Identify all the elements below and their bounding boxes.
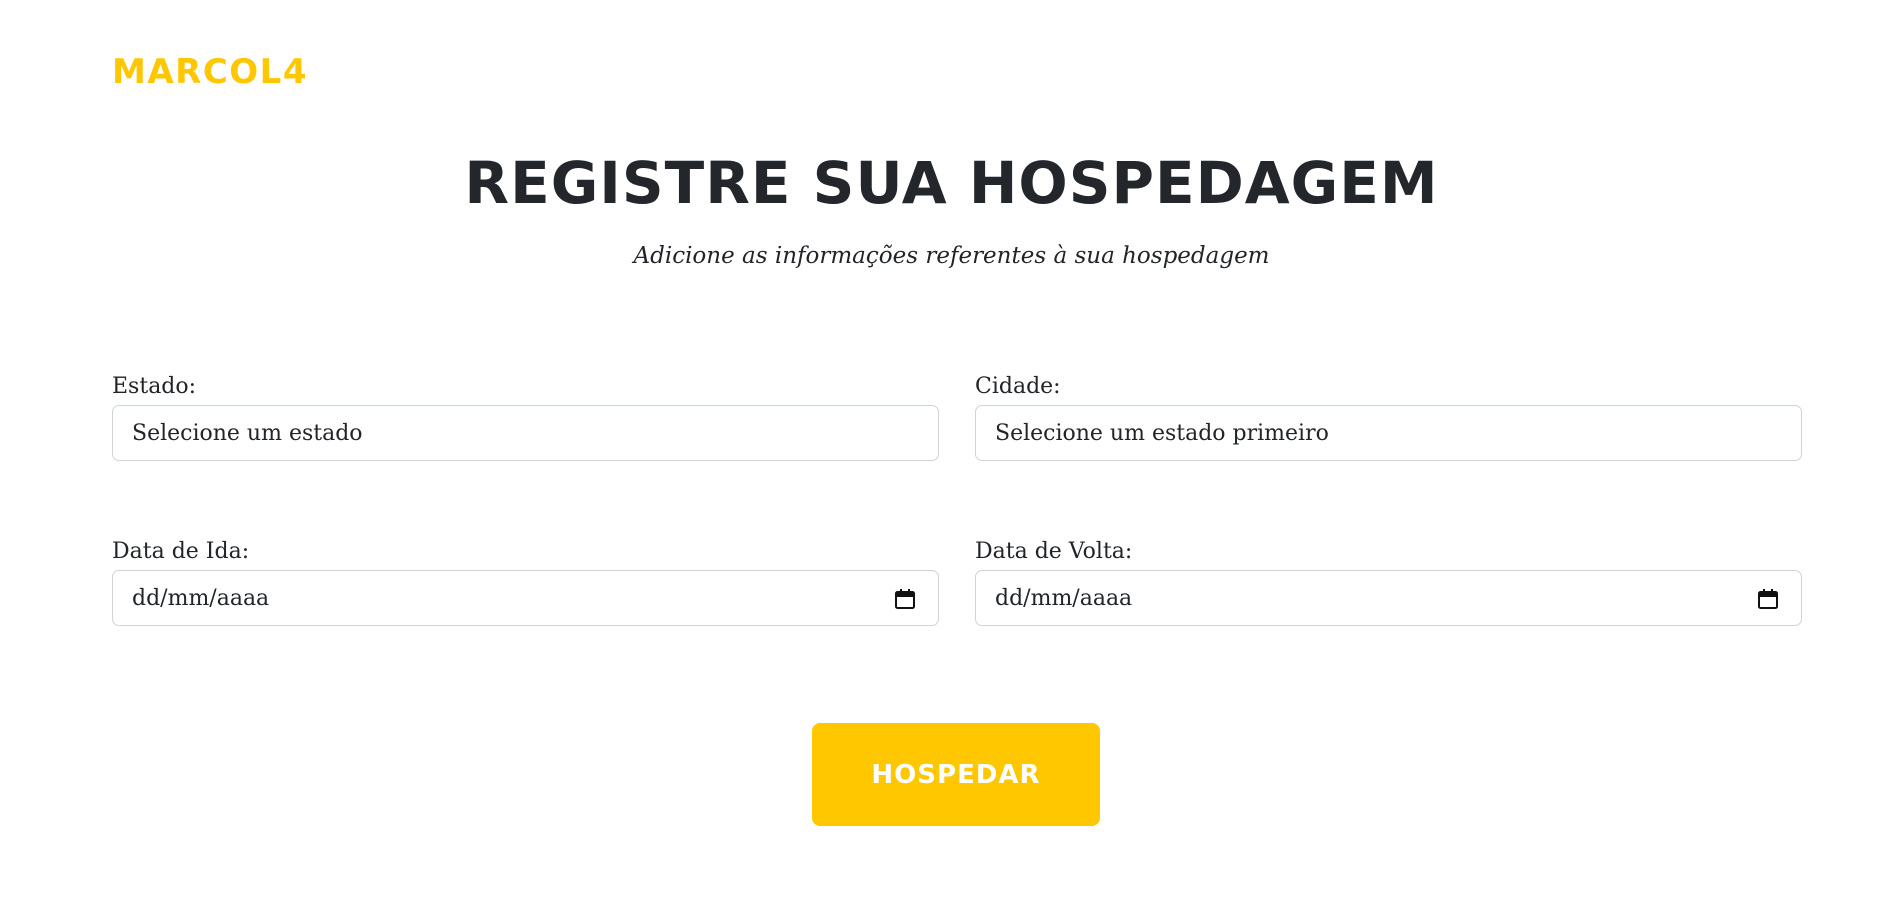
- cidade-field: Cidade: Selecione um estado primeiro: [975, 372, 1802, 461]
- estado-select-value: Selecione um estado: [132, 420, 363, 446]
- data-ida-label: Data de Ida:: [112, 539, 250, 564]
- data-ida-field: Data de Ida: dd/mm/aaaa: [112, 537, 939, 626]
- data-volta-label: Data de Volta:: [975, 539, 1133, 564]
- estado-field: Estado: Selecione um estado: [112, 372, 939, 461]
- page-subtitle: Adicione as informações referentes à sua…: [633, 243, 1270, 269]
- brand-logo[interactable]: MARCOL4: [112, 52, 308, 92]
- data-volta-field: Data de Volta: dd/mm/aaaa: [975, 537, 1802, 626]
- page-title: REGISTRE SUA HOSPEDAGEM: [464, 149, 1439, 217]
- estado-select[interactable]: Selecione um estado: [112, 405, 939, 461]
- data-ida-placeholder: dd/mm/aaaa: [132, 585, 270, 611]
- cidade-select-value: Selecione um estado primeiro: [995, 420, 1329, 446]
- calendar-icon[interactable]: [894, 588, 916, 610]
- data-volta-input[interactable]: dd/mm/aaaa: [975, 570, 1802, 626]
- hospedar-button[interactable]: HOSPEDAR: [812, 723, 1100, 826]
- cidade-label: Cidade:: [975, 374, 1061, 399]
- calendar-icon[interactable]: [1757, 588, 1779, 610]
- data-volta-placeholder: dd/mm/aaaa: [995, 585, 1133, 611]
- cidade-select[interactable]: Selecione um estado primeiro: [975, 405, 1802, 461]
- estado-label: Estado:: [112, 374, 197, 399]
- data-ida-input[interactable]: dd/mm/aaaa: [112, 570, 939, 626]
